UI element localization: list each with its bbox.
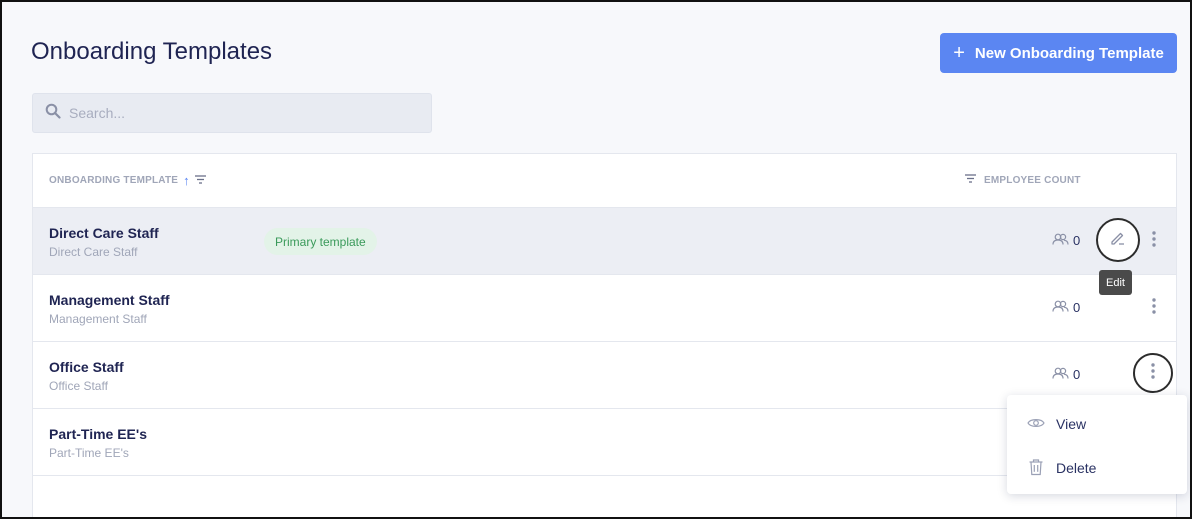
menu-item-view[interactable]: View <box>1007 402 1187 446</box>
page-title: Onboarding Templates <box>31 38 273 65</box>
edit-tooltip: Edit <box>1099 270 1132 295</box>
template-name[interactable]: Direct Care Staff <box>49 225 159 241</box>
table-row[interactable]: Management Staff Management Staff 0 <box>33 275 1176 342</box>
template-name[interactable]: Office Staff <box>49 359 124 375</box>
table-row[interactable]: Office Staff Office Staff 0 <box>33 342 1176 409</box>
row-actions-menu: View Delete <box>1007 395 1187 494</box>
column-header-onboarding-template[interactable]: ONBOARDING TEMPLATE ↑ <box>49 174 206 187</box>
users-icon <box>1052 300 1069 315</box>
eye-icon <box>1027 416 1045 432</box>
menu-item-delete[interactable]: Delete <box>1007 446 1187 490</box>
templates-table: ONBOARDING TEMPLATE ↑ EMPLOYEE COUNT Dir… <box>32 153 1177 517</box>
new-onboarding-template-label: New Onboarding Template <box>974 44 1164 62</box>
template-subtitle: Direct Care Staff <box>49 245 138 259</box>
template-subtitle: Part-Time EE's <box>49 446 129 460</box>
new-onboarding-template-button[interactable]: + New Onboarding Template <box>940 33 1177 73</box>
more-options-button[interactable] <box>1134 288 1174 328</box>
employee-count: 0 <box>1052 300 1080 315</box>
template-name[interactable]: Management Staff <box>49 292 170 308</box>
table-row[interactable]: Direct Care Staff Direct Care Staff Prim… <box>33 208 1176 275</box>
column-header-label: EMPLOYEE COUNT <box>984 174 1081 186</box>
table-row[interactable]: Part-Time EE's Part-Time EE's <box>33 409 1176 476</box>
users-icon <box>1052 367 1069 382</box>
table-header: ONBOARDING TEMPLATE ↑ EMPLOYEE COUNT <box>33 154 1176 208</box>
more-options-button[interactable] <box>1134 221 1174 261</box>
users-icon <box>1052 233 1069 248</box>
template-subtitle: Office Staff <box>49 379 108 393</box>
column-header-label: ONBOARDING TEMPLATE <box>49 175 179 186</box>
search-icon <box>45 103 61 124</box>
template-name[interactable]: Part-Time EE's <box>49 426 147 442</box>
sort-ascending-icon[interactable]: ↑ <box>183 174 190 187</box>
employee-count-value: 0 <box>1073 367 1081 382</box>
menu-item-label: Delete <box>1056 460 1097 476</box>
plus-icon: + <box>953 42 965 64</box>
employee-count: 0 <box>1052 233 1080 248</box>
template-subtitle: Management Staff <box>49 312 147 326</box>
employee-count-value: 0 <box>1073 233 1081 248</box>
filter-icon[interactable] <box>194 174 206 187</box>
kebab-menu-icon <box>1152 230 1156 252</box>
trash-icon <box>1027 458 1045 479</box>
more-options-button[interactable] <box>1133 353 1173 393</box>
filter-icon[interactable] <box>965 174 976 186</box>
employee-count: 0 <box>1052 367 1080 382</box>
kebab-menu-icon <box>1151 362 1155 384</box>
employee-count-value: 0 <box>1073 300 1081 315</box>
primary-template-badge: Primary template <box>264 228 377 255</box>
kebab-menu-icon <box>1152 297 1156 319</box>
menu-item-label: View <box>1056 416 1087 432</box>
pencil-icon <box>1109 229 1127 252</box>
page: Onboarding Templates + New Onboarding Te… <box>0 0 1192 519</box>
search-input[interactable] <box>69 105 399 121</box>
column-header-employee-count[interactable]: EMPLOYEE COUNT <box>965 174 1081 186</box>
search-box[interactable] <box>32 93 432 133</box>
